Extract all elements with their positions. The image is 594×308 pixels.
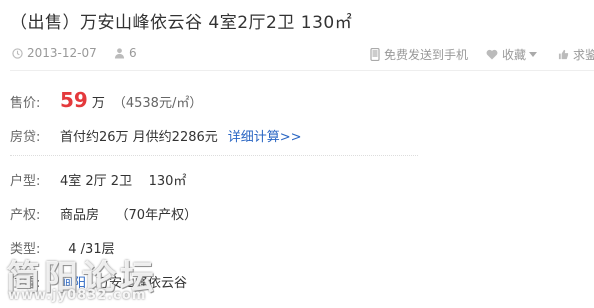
ownership-value: 商品房 （70年产权） bbox=[60, 208, 198, 223]
location-row: 位置: 涧阳 万安山峰依云谷 bbox=[10, 272, 187, 291]
type-row: 类型: 4 /31层 bbox=[10, 238, 115, 257]
layout-label: 户型: bbox=[10, 174, 41, 189]
favorite-label: 收藏 bbox=[502, 48, 527, 62]
phone-icon bbox=[370, 48, 380, 61]
loan-row: 房贷: 首付约26万 月供约2286元 详细计算>> bbox=[10, 126, 302, 145]
loan-calc-link[interactable]: 详细计算>> bbox=[228, 126, 302, 145]
view-count-text: 6 bbox=[129, 46, 137, 60]
listing-title: （出售）万安山峰依云谷 4室2厅2卫 130㎡ bbox=[10, 13, 353, 33]
location-district-link[interactable]: 涧阳 bbox=[60, 272, 86, 291]
appraise-label: 求鉴 bbox=[573, 48, 594, 62]
type-label: 类型: bbox=[10, 242, 41, 257]
price-row: 售价: 59 万 （4538元/㎡） bbox=[10, 88, 202, 112]
location-community: 万安山峰依云谷 bbox=[96, 276, 188, 291]
clock-icon bbox=[12, 47, 23, 59]
loan-label: 房贷: bbox=[10, 130, 41, 145]
loan-text: 首付约26万 月供约2286元 bbox=[60, 130, 218, 145]
post-date: 2013-12-07 bbox=[12, 46, 97, 60]
thumbs-up-icon bbox=[558, 49, 569, 60]
appraise-button[interactable]: 求鉴 bbox=[558, 46, 594, 63]
listing-meta-bar: 2013-12-07 6 免费发送到手机 收藏 求鉴 bbox=[10, 40, 594, 71]
price-label: 售价: bbox=[10, 96, 41, 111]
ownership-label: 产权: bbox=[10, 208, 41, 223]
price-value: 59 bbox=[60, 88, 88, 112]
user-icon bbox=[114, 48, 125, 59]
favorite-button[interactable]: 收藏 bbox=[486, 46, 541, 63]
divider bbox=[10, 155, 418, 156]
layout-value: 4室 2厅 2卫 130㎡ bbox=[60, 174, 187, 189]
post-date-text: 2013-12-07 bbox=[27, 46, 97, 60]
unit-price: （4538元/㎡） bbox=[112, 96, 203, 111]
send-to-phone-link[interactable]: 免费发送到手机 bbox=[370, 46, 468, 63]
type-value: 4 /31层 bbox=[60, 242, 115, 257]
view-count: 6 bbox=[114, 46, 137, 60]
price-unit: 万 bbox=[91, 96, 105, 111]
send-to-phone-label: 免费发送到手机 bbox=[384, 48, 469, 62]
chevron-down-icon bbox=[529, 51, 538, 57]
heart-icon bbox=[486, 49, 498, 60]
location-label: 位置: bbox=[10, 276, 41, 291]
ownership-row: 产权: 商品房 （70年产权） bbox=[10, 204, 197, 223]
layout-row: 户型: 4室 2厅 2卫 130㎡ bbox=[10, 170, 186, 189]
